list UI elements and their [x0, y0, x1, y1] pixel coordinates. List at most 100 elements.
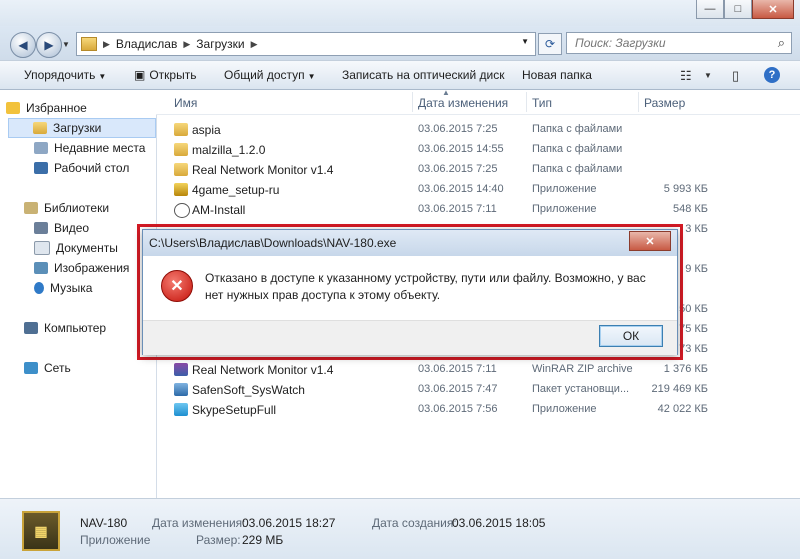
column-divider[interactable] [526, 92, 527, 112]
file-size: 548 КБ [672, 203, 708, 215]
list-item[interactable]: AM-Install 03.06.2015 7:11 Приложение 54… [156, 200, 800, 220]
breadcrumb-user[interactable]: Владислав [116, 37, 177, 51]
application-icon [174, 183, 188, 196]
list-item[interactable]: aspia 03.06.2015 7:25 Папка с файлами [156, 120, 800, 140]
images-icon [34, 262, 48, 274]
breadcrumb-downloads[interactable]: Загрузки [196, 37, 244, 51]
file-name: aspia [192, 123, 221, 137]
view-dropdown-icon[interactable]: ▼ [704, 71, 712, 80]
navigation-pane: Избранное Загрузки Недавние места Рабочи… [0, 90, 157, 498]
forward-button[interactable]: ▶ [36, 32, 62, 58]
search-input[interactable] [573, 33, 767, 53]
address-bar[interactable]: ▶ Владислав ▶ Загрузки ▶ ▼ [76, 32, 536, 56]
share-label: Общий доступ [224, 68, 305, 82]
nav-label: Документы [56, 241, 118, 255]
organize-button[interactable]: Упорядочить ▼ [24, 68, 106, 82]
dialog-message: Отказано в доступе к указанному устройст… [205, 271, 646, 302]
maximize-button[interactable]: □ [724, 0, 752, 19]
chevron-down-icon: ▼ [98, 72, 107, 81]
search-box[interactable]: ⌕ [566, 32, 792, 54]
refresh-icon: ⟳ [544, 37, 556, 51]
details-pane: ▦ NAV-180 Приложение Дата изменения: 03.… [0, 498, 800, 559]
modified-label: Дата изменения: [152, 516, 246, 530]
nav-downloads[interactable]: Загрузки [8, 118, 156, 138]
file-size: 1 376 КБ [663, 363, 708, 375]
address-dropdown-icon[interactable]: ▼ [521, 37, 529, 46]
command-toolbar: Упорядочить ▼ ▣ Открыть Общий доступ ▼ Запи… [0, 60, 800, 90]
skype-icon [174, 403, 188, 416]
new-folder-button[interactable]: Новая папка [522, 68, 592, 82]
file-date: 03.06.2015 14:40 [418, 183, 504, 195]
size-value: 229 МБ [242, 533, 284, 547]
file-size: 219 469 КБ [651, 383, 708, 395]
nav-libraries[interactable]: Библиотеки [0, 198, 156, 218]
refresh-button[interactable]: ⟳ [538, 33, 562, 55]
nav-label: Компьютер [44, 321, 107, 335]
column-divider[interactable] [638, 92, 639, 112]
nav-desktop[interactable]: Рабочий стол [0, 158, 156, 178]
dialog-close-button[interactable]: ✕ [629, 231, 671, 251]
nav-label: Сеть [44, 361, 71, 375]
selected-file-kind: Приложение [80, 533, 151, 547]
nav-video[interactable]: Видео [0, 218, 156, 238]
file-size: 73 КБ [679, 343, 708, 355]
column-date[interactable]: Дата изменения [418, 96, 508, 110]
chevron-down-icon: ▼ [307, 72, 316, 81]
breadcrumb-separator[interactable]: ▶ [183, 39, 190, 50]
forward-arrow-icon: ▶ [44, 38, 54, 52]
nav-computer[interactable]: Компьютер [0, 318, 156, 338]
created-value: 03.06.2015 18:05 [452, 516, 546, 530]
minimize-button[interactable]: — [696, 0, 724, 19]
open-button[interactable]: ▣ Открыть [134, 68, 196, 82]
network-icon [24, 362, 38, 374]
dialog-title: C:\Users\Владислав\Downloads\NAV-180.exe [149, 236, 397, 250]
nav-label: Видео [54, 221, 90, 235]
preview-pane-icon[interactable]: ▯ [732, 68, 739, 84]
selected-file-name: NAV-180 [80, 516, 128, 530]
list-item[interactable]: malzilla_1.2.0 03.06.2015 14:55 Папка с … [156, 140, 800, 160]
nav-label: Избранное [26, 101, 87, 115]
burn-disc-button[interactable]: Записать на оптический диск [342, 68, 505, 82]
search-icon[interactable]: ⌕ [778, 35, 785, 51]
file-date: 03.06.2015 14:55 [418, 143, 504, 155]
file-type: Приложение [532, 403, 597, 415]
breadcrumb-separator[interactable]: ▶ [251, 39, 258, 50]
file-size: 5 993 КБ [663, 183, 708, 195]
ok-button[interactable]: ОК [599, 325, 663, 347]
close-button[interactable]: ✕ [752, 0, 794, 19]
organize-label: Упорядочить [24, 68, 96, 82]
help-button[interactable]: ? [764, 67, 780, 83]
share-button[interactable]: Общий доступ ▼ [224, 68, 316, 82]
history-dropdown-icon[interactable]: ▼ [62, 40, 70, 49]
file-type: Приложение [532, 183, 597, 195]
column-type[interactable]: Тип [532, 96, 552, 110]
libraries-icon [24, 202, 38, 214]
application-icon: ▦ [22, 511, 60, 551]
list-item[interactable]: SafenSoft_SysWatch 03.06.2015 7:47 Пакет… [156, 380, 800, 400]
column-headers: ▲ Имя Дата изменения Тип Размер [156, 88, 800, 115]
nav-images[interactable]: Изображения [0, 258, 156, 278]
file-name: Real Network Monitor v1.4 [192, 163, 334, 177]
list-item[interactable]: 4game_setup-ru 03.06.2015 14:40 Приложен… [156, 180, 800, 200]
list-item[interactable]: Real Network Monitor v1.4 03.06.2015 7:2… [156, 160, 800, 180]
file-size: 75 КБ [679, 323, 708, 335]
star-icon [6, 102, 20, 114]
navigation-bar: ◀ ▶ ▼ ▶ Владислав ▶ Загрузки ▶ ▼ ⟳ ⌕ [0, 26, 800, 60]
nav-music[interactable]: Музыка [0, 278, 156, 298]
nav-label: Рабочий стол [54, 161, 130, 175]
back-button[interactable]: ◀ [10, 32, 36, 58]
list-item[interactable]: Real Network Monitor v1.4 03.06.2015 7:1… [156, 360, 800, 380]
column-divider[interactable] [412, 92, 413, 112]
column-name[interactable]: Имя [174, 96, 197, 110]
nav-favorites[interactable]: Избранное [6, 98, 162, 118]
view-options-icon[interactable]: ☷ [680, 68, 692, 84]
file-type: Пакет установщи... [532, 383, 630, 395]
column-size[interactable]: Размер [644, 96, 685, 110]
nav-label: Библиотеки [44, 201, 110, 215]
nav-network[interactable]: Сеть [0, 358, 156, 378]
nav-documents[interactable]: Документы [0, 238, 156, 258]
folder-icon [174, 143, 188, 156]
nav-recent-places[interactable]: Недавние места [0, 138, 156, 158]
breadcrumb-separator[interactable]: ▶ [103, 39, 110, 50]
list-item[interactable]: SkypeSetupFull 03.06.2015 7:56 Приложени… [156, 400, 800, 420]
